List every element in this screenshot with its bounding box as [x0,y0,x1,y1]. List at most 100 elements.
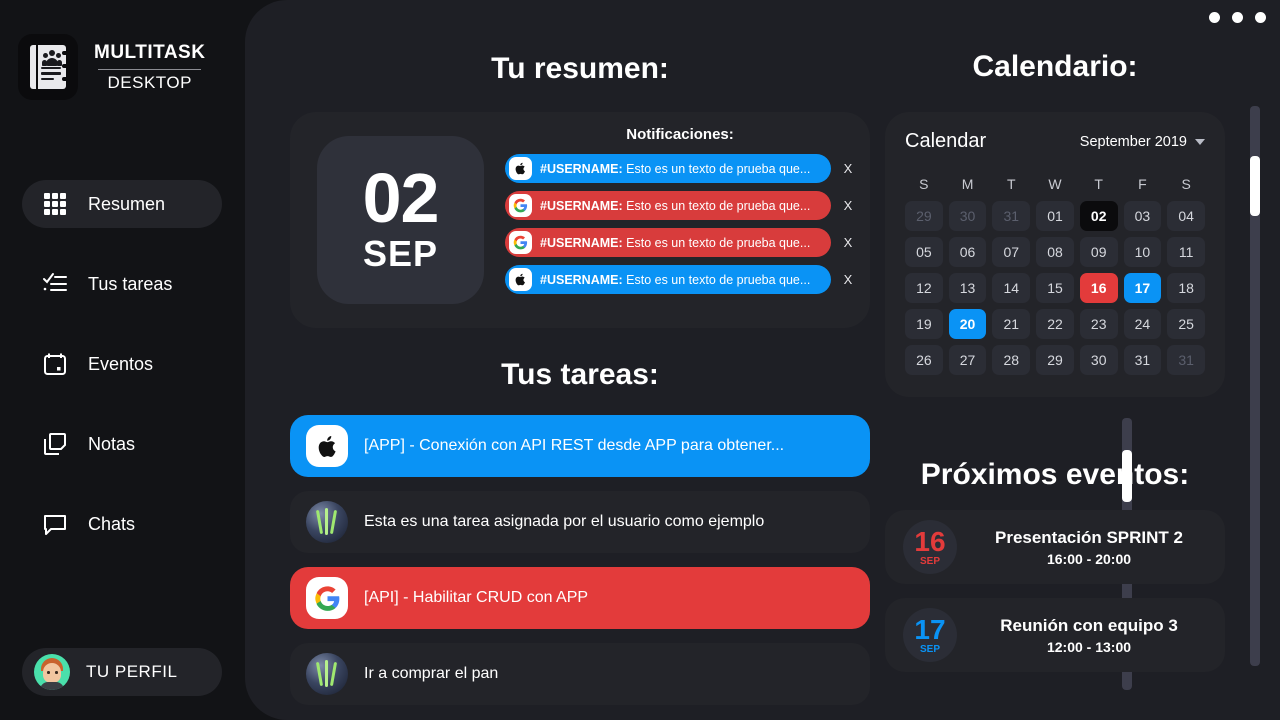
notifications-panel: Notificaciones: #USERNAME: Esto es un te… [505,126,855,302]
notification-item[interactable]: #USERNAME: Esto es un texto de prueba qu… [505,228,831,257]
sidebar-item-chats[interactable]: Chats [22,500,222,548]
task-row[interactable]: Esta es una tarea asignada por el usuari… [290,491,870,553]
calendar-day[interactable]: 05 [905,237,943,267]
calendar-day[interactable]: 01 [1036,201,1074,231]
brand: MULTITASK DESKTOP [18,34,205,100]
date-box: 02 SEP [317,136,484,304]
sidebar-nav: Resumen Tus tareas Eventos Notas Chats [22,180,222,580]
sidebar-item-label: Resumen [88,193,166,214]
notification-item[interactable]: #USERNAME: Esto es un texto de prueba qu… [505,265,831,294]
notification-body: Esto es un texto de prueba que... [626,161,811,176]
task-row[interactable]: Ir a comprar el pan [290,643,870,705]
summary-heading: Tu resumen: [491,52,669,85]
calendar-day[interactable]: 20 [948,309,987,339]
summary-card: 02 SEP Notificaciones: #USERNAME: Esto e… [290,112,870,328]
notification-body: Esto es un texto de prueba que... [626,272,811,287]
calendar-day[interactable]: 13 [948,273,987,303]
notification-text: #USERNAME: Esto es un texto de prueba qu… [540,273,810,287]
calendar-day[interactable]: 12 [905,273,943,303]
right-panel-scrollbar-thumb[interactable] [1250,156,1260,216]
close-icon[interactable]: X [841,272,855,287]
calendar-day[interactable]: 02 [1079,201,1118,231]
grid-icon [42,191,68,217]
calendar-header: Calendar September 2019 [905,130,1205,153]
event-row[interactable]: 16 SEP Presentación SPRINT 2 16:00 - 20:00 [885,510,1225,584]
profile-button[interactable]: TU PERFIL [22,648,222,696]
apple-icon [509,157,532,180]
calendar-day[interactable]: 08 [1036,237,1074,267]
calendar-title: Calendar [905,130,987,152]
notification-text: #USERNAME: Esto es un texto de prueba qu… [540,236,810,250]
sidebar-item-notas[interactable]: Notas [22,420,222,468]
close-icon[interactable]: X [841,161,855,176]
right-column: Calendario: Calendar September 2019 S M T W… [885,0,1280,720]
calendar-day[interactable]: 11 [1167,237,1205,267]
calendar-day[interactable]: 21 [992,309,1031,339]
sidebar-item-resumen[interactable]: Resumen [22,180,222,228]
sidebar-item-eventos[interactable]: Eventos [22,340,222,388]
brand-subtitle: DESKTOP [107,72,192,92]
sidebar-item-label: Tus tareas [88,273,173,294]
close-icon[interactable]: X [841,198,855,213]
notification-row: #USERNAME: Esto es un texto de prueba qu… [505,228,855,257]
calendar-day[interactable]: 14 [992,273,1031,303]
calendar-weekday: T [1007,176,1016,192]
calendar-day[interactable]: 30 [948,201,987,231]
calendar-day[interactable]: 07 [992,237,1031,267]
checklist-icon [42,271,68,297]
date-month: SEP [362,233,439,275]
sidebar-item-label: Eventos [88,353,154,374]
apple-icon [306,425,348,467]
notification-body: Esto es un texto de prueba que... [626,198,811,213]
task-row[interactable]: [API] - Habilitar CRUD con APP [290,567,870,629]
sidebar: MULTITASK DESKTOP Resumen Tus tareas Eve… [0,0,245,720]
calendar-day[interactable]: 22 [1036,309,1074,339]
profile-label: TU PERFIL [86,662,178,681]
apple-icon [509,268,532,291]
task-row[interactable]: [APP] - Conexión con API REST desde APP … [290,415,870,477]
calendar-day[interactable]: 17 [1123,273,1162,303]
calendar-day[interactable]: 31 [1123,345,1162,375]
calendar-day[interactable]: 27 [948,345,987,375]
calendar-day[interactable]: 19 [905,309,943,339]
google-icon [509,194,532,217]
notification-body: Esto es un texto de prueba que... [626,235,811,250]
notification-item[interactable]: #USERNAME: Esto es un texto de prueba qu… [505,191,831,220]
calendar-day[interactable]: 16 [1079,273,1118,303]
event-day: 16 [914,525,946,557]
close-icon[interactable]: X [841,235,855,250]
calendar-weekday: S [1181,176,1191,192]
calendar-day[interactable]: 31 [1167,345,1205,375]
calendar-day[interactable]: 23 [1079,309,1118,339]
calendar-day[interactable]: 30 [1079,345,1118,375]
sidebar-item-tus-tareas[interactable]: Tus tareas [22,260,222,308]
calendar-day[interactable]: 29 [1036,345,1074,375]
calendar-weekday: M [961,176,974,192]
calendar-day[interactable]: 18 [1167,273,1205,303]
calendar-day[interactable]: 04 [1167,201,1205,231]
month-selector[interactable]: September 2019 [1080,134,1205,150]
notification-row: #USERNAME: Esto es un texto de prueba qu… [505,265,855,294]
calendar-day[interactable]: 09 [1079,237,1118,267]
event-date-badge: 16 SEP [903,520,957,574]
calendar-icon [42,351,68,377]
google-icon [306,577,348,619]
date-day: 02 [362,158,440,237]
calendar-day[interactable]: 29 [905,201,943,231]
calendar-day[interactable]: 26 [905,345,943,375]
event-time: 16:00 - 20:00 [1046,550,1132,567]
calendar-day[interactable]: 15 [1036,273,1074,303]
calendar-day[interactable]: 25 [1167,309,1205,339]
right-panel-scrollbar[interactable] [1250,106,1260,666]
calendar-day[interactable]: 06 [948,237,987,267]
calendar-day[interactable]: 24 [1123,309,1162,339]
event-row[interactable]: 17 SEP Reunión con equipo 3 12:00 - 13:00 [885,598,1225,672]
notification-username: #USERNAME: [540,161,623,176]
calendar-day[interactable]: 10 [1123,237,1162,267]
brand-divider [98,68,202,70]
calendar-day[interactable]: 28 [992,345,1031,375]
calendar-day[interactable]: 31 [992,201,1031,231]
notification-item[interactable]: #USERNAME: Esto es un texto de prueba qu… [505,154,831,183]
calendar-day[interactable]: 03 [1123,201,1162,231]
notification-username: #USERNAME: [540,272,623,287]
